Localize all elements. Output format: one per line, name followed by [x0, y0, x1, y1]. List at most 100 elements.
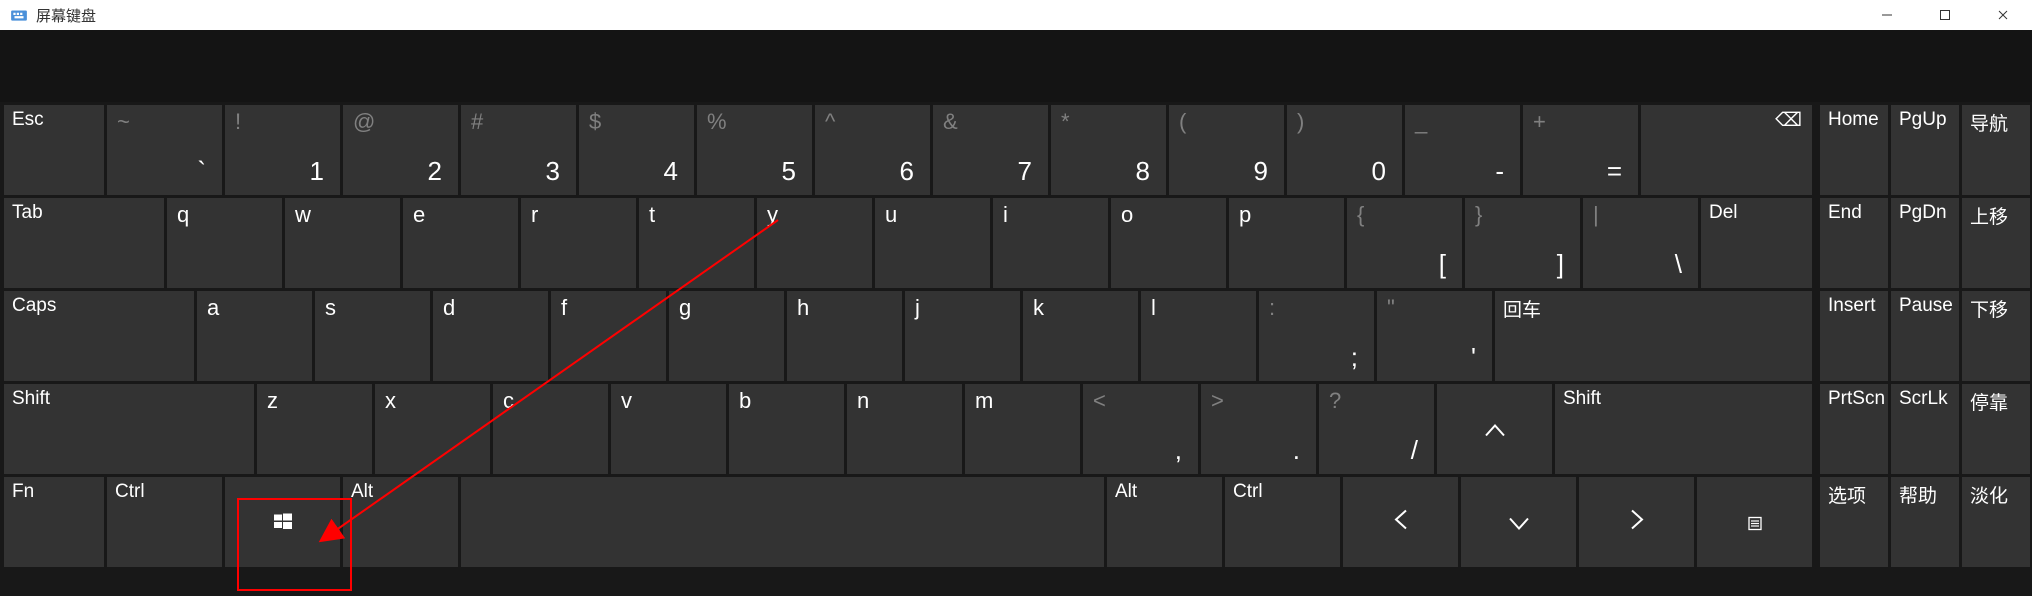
app-icon: [10, 6, 28, 24]
up-arrow-icon: [1437, 414, 1552, 445]
key-z[interactable]: z: [257, 384, 372, 474]
key-del[interactable]: Del: [1701, 198, 1812, 288]
key-o[interactable]: o: [1111, 198, 1226, 288]
key-5[interactable]: %5: [697, 105, 812, 195]
key-n[interactable]: n: [847, 384, 962, 474]
backspace-icon: ⌫: [1775, 109, 1802, 132]
left-arrow-icon: [1343, 507, 1458, 538]
key-move-up[interactable]: 上移: [1962, 198, 2030, 288]
windows-icon: [225, 507, 340, 538]
key-down-arrow[interactable]: [1461, 477, 1576, 567]
key-minus[interactable]: _-: [1405, 105, 1520, 195]
key-1[interactable]: !1: [225, 105, 340, 195]
key-move-down[interactable]: 下移: [1962, 291, 2030, 381]
key-left-bracket[interactable]: {[: [1347, 198, 1462, 288]
key-left-shift[interactable]: Shift: [4, 384, 254, 474]
key-left-arrow[interactable]: [1343, 477, 1458, 567]
key-right-arrow[interactable]: [1579, 477, 1694, 567]
key-left-alt[interactable]: Alt: [343, 477, 458, 567]
key-pgup[interactable]: PgUp: [1891, 105, 1959, 195]
key-nav[interactable]: 导航: [1962, 105, 2030, 195]
key-semicolon[interactable]: :;: [1259, 291, 1374, 381]
key-h[interactable]: h: [787, 291, 902, 381]
key-4[interactable]: $4: [579, 105, 694, 195]
key-windows[interactable]: [225, 477, 340, 567]
key-help[interactable]: 帮助: [1891, 477, 1959, 567]
minimize-button[interactable]: [1858, 0, 1916, 30]
key-caps[interactable]: Caps: [4, 291, 194, 381]
key-u[interactable]: u: [875, 198, 990, 288]
key-menu[interactable]: [1697, 477, 1812, 567]
key-options[interactable]: 选项: [1820, 477, 1888, 567]
key-r[interactable]: r: [521, 198, 636, 288]
key-backtick[interactable]: ~`: [107, 105, 222, 195]
key-left-ctrl[interactable]: Ctrl: [107, 477, 222, 567]
maximize-button[interactable]: [1916, 0, 1974, 30]
row-1: Esc ~` !1 @2 #3 $4 %5 ^6 &7 *8 (9 )0 _- …: [4, 105, 1812, 195]
key-fade[interactable]: 淡化: [1962, 477, 2030, 567]
key-a[interactable]: a: [197, 291, 312, 381]
key-x[interactable]: x: [375, 384, 490, 474]
close-button[interactable]: [1974, 0, 2032, 30]
key-q[interactable]: q: [167, 198, 282, 288]
key-right-ctrl[interactable]: Ctrl: [1225, 477, 1340, 567]
right-arrow-icon: [1579, 507, 1694, 538]
row-3: Caps a s d f g h j k l :; "' 回车: [4, 291, 1812, 381]
key-g[interactable]: g: [669, 291, 784, 381]
key-y[interactable]: y: [757, 198, 872, 288]
key-insert[interactable]: Insert: [1820, 291, 1888, 381]
key-p[interactable]: p: [1229, 198, 1344, 288]
window-title: 屏幕键盘: [36, 5, 96, 26]
key-b[interactable]: b: [729, 384, 844, 474]
key-2[interactable]: @2: [343, 105, 458, 195]
key-backspace[interactable]: ⌫: [1641, 105, 1812, 195]
key-d[interactable]: d: [433, 291, 548, 381]
key-home[interactable]: Home: [1820, 105, 1888, 195]
key-dock[interactable]: 停靠: [1962, 384, 2030, 474]
key-enter[interactable]: 回车: [1495, 291, 1812, 381]
key-end[interactable]: End: [1820, 198, 1888, 288]
key-7[interactable]: &7: [933, 105, 1048, 195]
key-right-shift[interactable]: Shift: [1555, 384, 1812, 474]
key-i[interactable]: i: [993, 198, 1108, 288]
key-pgdn[interactable]: PgDn: [1891, 198, 1959, 288]
key-backslash[interactable]: |\: [1583, 198, 1698, 288]
key-k[interactable]: k: [1023, 291, 1138, 381]
key-right-alt[interactable]: Alt: [1107, 477, 1222, 567]
key-8[interactable]: *8: [1051, 105, 1166, 195]
key-period[interactable]: >.: [1201, 384, 1316, 474]
key-equals[interactable]: +=: [1523, 105, 1638, 195]
key-9[interactable]: (9: [1169, 105, 1284, 195]
key-j[interactable]: j: [905, 291, 1020, 381]
key-l[interactable]: l: [1141, 291, 1256, 381]
key-c[interactable]: c: [493, 384, 608, 474]
key-up-arrow[interactable]: [1437, 384, 1552, 474]
key-v[interactable]: v: [611, 384, 726, 474]
key-slash[interactable]: ?/: [1319, 384, 1434, 474]
key-e[interactable]: e: [403, 198, 518, 288]
key-label: Esc: [12, 109, 44, 131]
key-esc[interactable]: Esc: [4, 105, 104, 195]
key-t[interactable]: t: [639, 198, 754, 288]
key-scrlk[interactable]: ScrLk: [1891, 384, 1959, 474]
key-w[interactable]: w: [285, 198, 400, 288]
row-4: Shift z x c v b n m <, >. ?/ Shift: [4, 384, 1812, 474]
menu-icon: [1697, 507, 1812, 538]
key-fn[interactable]: Fn: [4, 477, 104, 567]
key-right-bracket[interactable]: }]: [1465, 198, 1580, 288]
key-f[interactable]: f: [551, 291, 666, 381]
key-s[interactable]: s: [315, 291, 430, 381]
key-m[interactable]: m: [965, 384, 1080, 474]
key-space[interactable]: [461, 477, 1104, 567]
key-0[interactable]: )0: [1287, 105, 1402, 195]
key-prtscn[interactable]: PrtScn: [1820, 384, 1888, 474]
key-pause[interactable]: Pause: [1891, 291, 1959, 381]
key-6[interactable]: ^6: [815, 105, 930, 195]
row-2: Tab q w e r t y u i o p {[ }] |\ Del: [4, 198, 1812, 288]
key-tab[interactable]: Tab: [4, 198, 164, 288]
key-apostrophe[interactable]: "': [1377, 291, 1492, 381]
key-comma[interactable]: <,: [1083, 384, 1198, 474]
key-3[interactable]: #3: [461, 105, 576, 195]
title-bar: 屏幕键盘: [0, 0, 2032, 30]
down-arrow-icon: [1461, 507, 1576, 538]
